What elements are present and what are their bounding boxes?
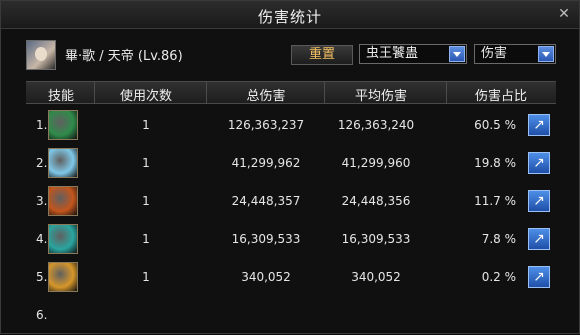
export-icon[interactable]: ↗ <box>528 266 550 288</box>
window-title: 伤害统计 <box>257 8 322 26</box>
damage-table: 技能 使用次数 总伤害 平均伤害 伤害占比 1. 1 126,363,237 126,… <box>26 81 556 335</box>
table-row: 2. 1 41,299,962 41,299,960 19.8 % ↗ <box>26 144 556 182</box>
use-count: 1 <box>142 118 150 132</box>
green-rune-skill-icon <box>48 110 78 140</box>
row-index: 2. <box>36 156 48 170</box>
use-count: 1 <box>142 270 150 284</box>
header-uses: 使用次数 <box>119 89 172 104</box>
total-damage: 16,309,533 <box>231 232 301 246</box>
damage-share: 0.2 % <box>481 270 516 284</box>
close-icon[interactable]: ✕ <box>555 5 573 23</box>
row-index: 3. <box>36 194 48 208</box>
damage-share: 60.5 % <box>474 118 516 132</box>
use-count: 1 <box>142 232 150 246</box>
damage-share: 19.8 % <box>474 156 516 170</box>
lightning-skill-icon <box>48 224 78 254</box>
table-header: 技能 使用次数 总伤害 平均伤害 伤害占比 <box>26 82 556 104</box>
ice-crystal-skill-icon <box>48 148 78 178</box>
average-damage: 340,052 <box>351 270 401 284</box>
damage-stats-window: 伤害统计 ✕ 畢‧歌 / 天帝 (Lv.86) 重置 虫王饕蛊 伤害 技能 使用… <box>0 0 580 334</box>
metric-select-value: 伤害 <box>481 46 508 61</box>
divider <box>324 82 325 104</box>
average-damage: 41,299,960 <box>341 156 411 170</box>
table-row: 1. 1 126,363,237 126,363,240 60.5 % ↗ <box>26 106 556 144</box>
row-index: 6. <box>36 308 48 322</box>
export-icon[interactable]: ↗ <box>528 228 550 250</box>
title-bar[interactable]: 伤害统计 ✕ <box>1 1 579 29</box>
average-damage: 24,448,356 <box>341 194 411 208</box>
flame-strike-skill-icon <box>48 262 78 292</box>
header-avg-damage: 平均伤害 <box>354 89 407 104</box>
target-select-value: 虫王饕蛊 <box>366 46 419 61</box>
table-row: 6. <box>26 296 556 334</box>
export-icon[interactable]: ↗ <box>528 190 550 212</box>
table-row: 3. 1 24,448,357 24,448,356 11.7 % ↗ <box>26 182 556 220</box>
total-damage: 41,299,962 <box>231 156 301 170</box>
damage-share: 11.7 % <box>474 194 516 208</box>
divider <box>94 82 95 104</box>
player-name: 畢‧歌 / 天帝 (Lv.86) <box>65 49 183 64</box>
row-index: 1. <box>36 118 48 132</box>
divider <box>446 82 447 104</box>
export-icon[interactable]: ↗ <box>528 114 550 136</box>
header-skill: 技能 <box>47 89 74 104</box>
damage-share: 7.8 % <box>481 232 516 246</box>
fire-orb-skill-icon <box>48 186 78 216</box>
total-damage: 340,052 <box>241 270 291 284</box>
average-damage: 16,309,533 <box>341 232 411 246</box>
table-row: 5. 1 340,052 340,052 0.2 % ↗ <box>26 258 556 296</box>
total-damage: 126,363,237 <box>227 118 305 132</box>
reset-button[interactable]: 重置 <box>291 45 353 65</box>
table-row: 4. 1 16,309,533 16,309,533 7.8 % ↗ <box>26 220 556 258</box>
divider <box>206 82 207 104</box>
chevron-down-icon[interactable] <box>449 46 465 62</box>
header-damage-share: 伤害占比 <box>474 89 527 104</box>
total-damage: 24,448,357 <box>231 194 301 208</box>
export-icon[interactable]: ↗ <box>528 152 550 174</box>
use-count: 1 <box>142 156 150 170</box>
row-index: 5. <box>36 270 48 284</box>
target-select[interactable]: 虫王饕蛊 <box>359 44 467 64</box>
metric-select[interactable]: 伤害 <box>474 44 556 64</box>
avatar <box>26 40 56 70</box>
chevron-down-icon[interactable] <box>538 46 554 62</box>
row-index: 4. <box>36 232 48 246</box>
use-count: 1 <box>142 194 150 208</box>
average-damage: 126,363,240 <box>337 118 415 132</box>
header-total-damage: 总伤害 <box>246 89 286 104</box>
